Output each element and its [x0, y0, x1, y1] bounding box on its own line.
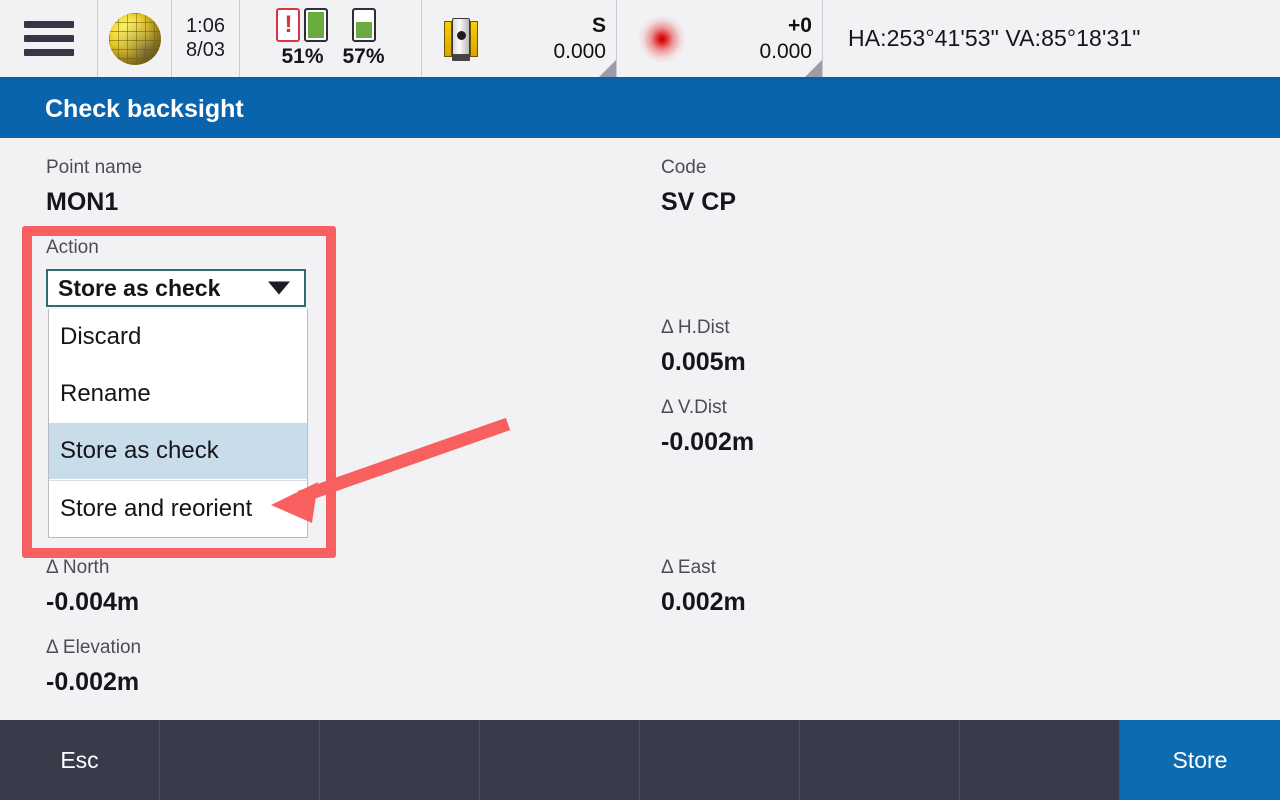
- app-root: 1:06 8/03 ! 51% 57% S 0.000 +0 0.000 HA:…: [0, 0, 1280, 800]
- target-panel[interactable]: +0 0.000: [617, 0, 823, 77]
- field-east: Δ East 0.002m: [661, 558, 746, 615]
- field-north: Δ North -0.004m: [46, 558, 139, 615]
- action-dropdown-group: Action Store as check Discard Rename Sto…: [46, 237, 308, 538]
- footer-slot-4[interactable]: [480, 720, 640, 800]
- clock-panel[interactable]: 1:06 8/03: [172, 0, 240, 77]
- globe-icon: [108, 12, 161, 65]
- battery-group-right: 57%: [342, 8, 385, 69]
- instrument-expand-corner-icon[interactable]: [599, 60, 616, 77]
- action-option-rename[interactable]: Rename: [49, 366, 307, 423]
- v-dist-label: Δ V.Dist: [661, 397, 727, 418]
- field-point-name: Point name MON1: [46, 158, 142, 215]
- h-dist-label: Δ H.Dist: [661, 317, 730, 338]
- action-label: Action: [46, 237, 99, 258]
- field-code: Code SV CP: [661, 158, 736, 215]
- east-label: Δ East: [661, 557, 716, 578]
- elevation-value: -0.002m: [46, 668, 140, 696]
- code-label: Code: [661, 157, 707, 178]
- page-title: Check backsight: [45, 94, 244, 123]
- action-option-store-and-reorient[interactable]: Store and reorient: [49, 480, 307, 537]
- battery-full-icon: [304, 8, 329, 42]
- total-station-icon: [444, 16, 478, 62]
- hamburger-menu-icon: [23, 21, 74, 56]
- east-value: 0.002m: [661, 588, 746, 616]
- esc-button[interactable]: Esc: [0, 720, 160, 800]
- angle-readout: HA:253°41'53" VA:85°18'31": [848, 25, 1141, 51]
- status-time: 1:06: [186, 14, 225, 37]
- point-name-value[interactable]: MON1: [46, 190, 142, 215]
- footer-slot-7[interactable]: [960, 720, 1120, 800]
- status-date: 8/03: [186, 38, 225, 61]
- elevation-label: Δ Elevation: [46, 637, 142, 658]
- field-h-dist: Δ H.Dist 0.005m: [661, 318, 746, 375]
- point-name-label: Point name: [46, 157, 143, 178]
- north-label: Δ North: [46, 557, 110, 578]
- action-selected-value: Store as check: [58, 274, 221, 301]
- footer-slot-3[interactable]: [320, 720, 480, 800]
- h-dist-value: 0.005m: [661, 348, 746, 376]
- action-option-store-as-check[interactable]: Store as check: [49, 423, 307, 480]
- status-bar: 1:06 8/03 ! 51% 57% S 0.000 +0 0.000 HA:…: [0, 0, 1280, 80]
- footer-slot-5[interactable]: [640, 720, 800, 800]
- field-v-dist: Δ V.Dist -0.002m: [661, 398, 754, 455]
- field-elevation: Δ Elevation -0.002m: [46, 638, 141, 695]
- title-bar: Check backsight: [0, 80, 1280, 138]
- store-button[interactable]: Store: [1120, 720, 1280, 800]
- target-prism-offset: +0: [788, 14, 812, 38]
- battery-half-icon: [351, 8, 376, 42]
- menu-button[interactable]: [0, 0, 98, 77]
- battery-right-percent: 57%: [342, 45, 385, 68]
- action-combobox[interactable]: Store as check Discard Rename Store as c…: [46, 269, 308, 538]
- chevron-down-icon[interactable]: [268, 281, 290, 295]
- laser-pointer-icon: [639, 15, 685, 62]
- globe-button[interactable]: [98, 0, 172, 77]
- footer-slot-6[interactable]: [800, 720, 960, 800]
- battery-group-left: ! 51%: [276, 8, 329, 69]
- main-content: Point name MON1 Code SV CP Action Store …: [0, 138, 1280, 720]
- instrument-panel[interactable]: S 0.000: [422, 0, 617, 77]
- angles-panel[interactable]: HA:253°41'53" VA:85°18'31": [823, 0, 1280, 77]
- target-expand-corner-icon[interactable]: [805, 60, 822, 77]
- action-option-list: Discard Rename Store as check Store and …: [48, 309, 308, 538]
- instrument-mode: S: [591, 14, 606, 38]
- footer-toolbar: Esc Store: [0, 720, 1280, 800]
- battery-alert-icon: !: [276, 8, 301, 42]
- battery-panel[interactable]: ! 51% 57%: [240, 0, 422, 77]
- code-value[interactable]: SV CP: [661, 190, 736, 215]
- footer-slot-2[interactable]: [160, 720, 320, 800]
- north-value: -0.004m: [46, 588, 140, 616]
- battery-left-percent: 51%: [281, 45, 324, 68]
- v-dist-value: -0.002m: [661, 428, 755, 456]
- action-option-discard[interactable]: Discard: [49, 309, 307, 366]
